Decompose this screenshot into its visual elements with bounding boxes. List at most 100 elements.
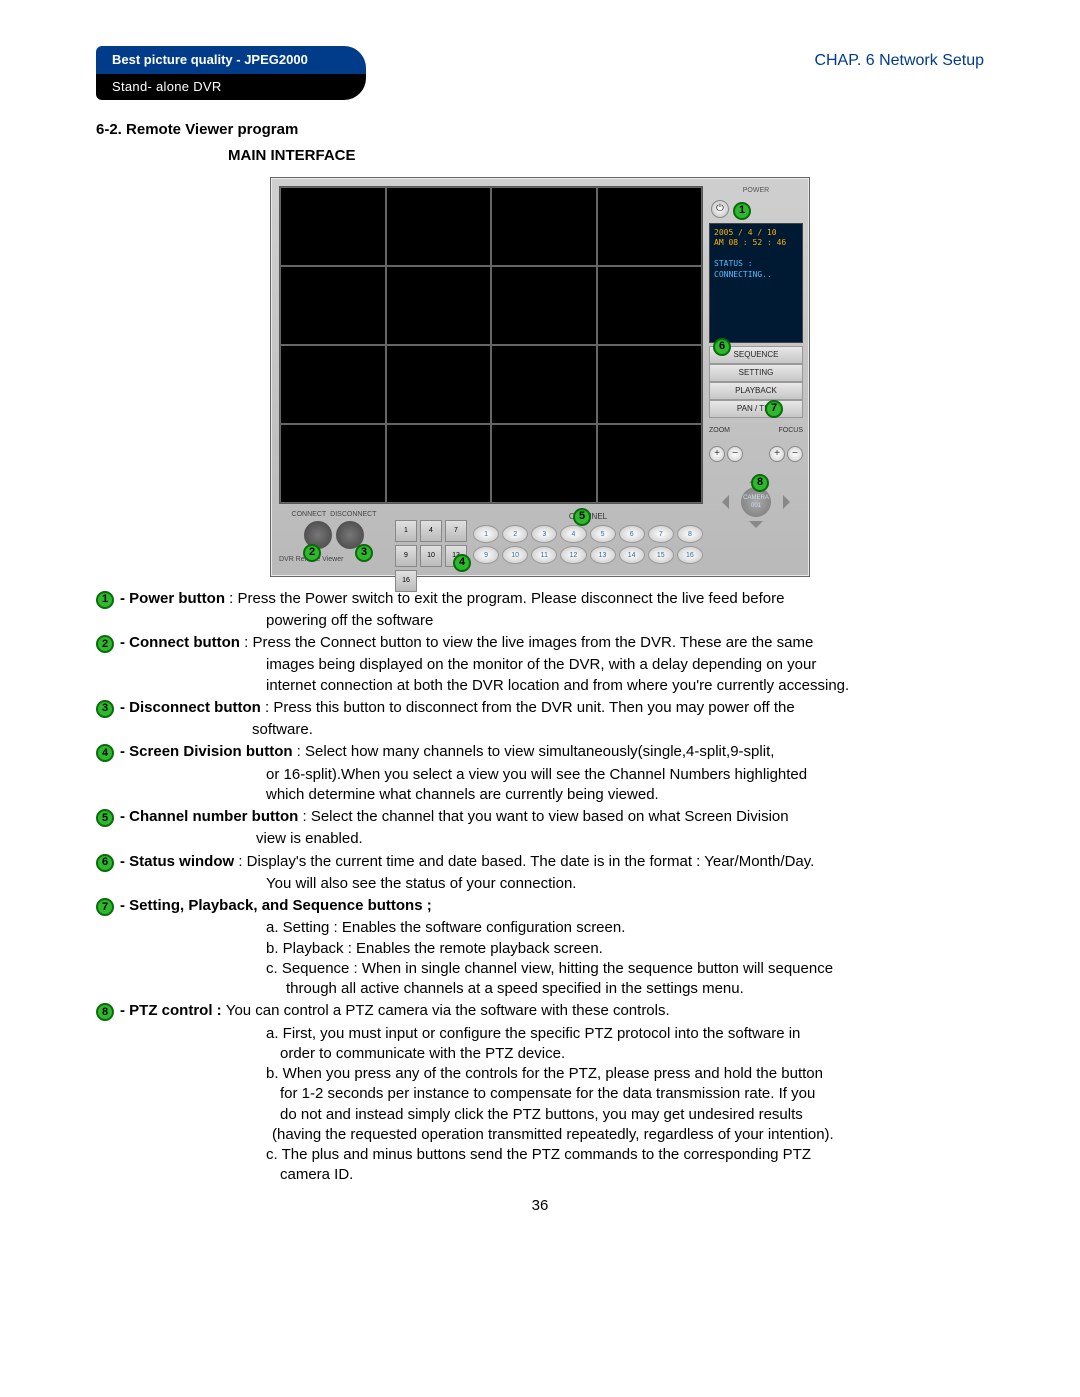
channel-button[interactable]: 13	[590, 546, 616, 564]
status-label: STATUS :	[714, 259, 798, 269]
text-8c2: camera ID.	[280, 1165, 984, 1185]
text-8a2: order to communicate with the PTZ device…	[280, 1044, 984, 1064]
ptz-right-icon[interactable]	[783, 495, 797, 509]
sub-heading: MAIN INTERFACE	[228, 146, 984, 166]
division-button[interactable]: 9	[395, 545, 417, 567]
status-date: 2005 / 4 / 10	[714, 228, 798, 238]
channel-button[interactable]: 8	[677, 525, 703, 543]
channel-button[interactable]: 2	[502, 525, 528, 543]
focus-minus-button[interactable]: −	[787, 446, 803, 462]
badge-4-icon: 4	[96, 744, 114, 762]
badge-7-icon: 7	[96, 898, 114, 916]
badge-2-icon: 2	[96, 635, 114, 653]
term-2: - Connect button	[120, 634, 240, 651]
playback-button[interactable]: PLAYBACK	[709, 382, 803, 400]
text-5b: view is enabled.	[256, 829, 984, 849]
channel-button[interactable]: 12	[560, 546, 586, 564]
bottom-bar: CONNECT DISCONNECT DVR Remote Viewer 1 4…	[279, 510, 703, 568]
term-8: - PTZ control :	[120, 1002, 226, 1019]
channel-button[interactable]: 5	[590, 525, 616, 543]
channel-button[interactable]: 16	[677, 546, 703, 564]
channel-button[interactable]: 6	[619, 525, 645, 543]
connect-label: CONNECT	[292, 510, 327, 519]
term-3: - Disconnect button	[120, 699, 261, 716]
text-8b2: for 1-2 seconds per instance to compensa…	[280, 1084, 984, 1104]
status-time: AM 08 : 52 : 46	[714, 238, 798, 248]
text-5: : Select the channel that you want to vi…	[298, 808, 788, 825]
setting-button[interactable]: SETTING	[709, 364, 803, 382]
badge-6-icon: 6	[96, 854, 114, 872]
text-7b: b. Playback : Enables the remote playbac…	[266, 939, 984, 959]
status-window: 2005 / 4 / 10 AM 08 : 52 : 46 STATUS : C…	[709, 223, 803, 343]
text-3b: software.	[252, 720, 984, 740]
term-4: - Screen Division button	[120, 743, 293, 760]
badge-1-icon: 1	[96, 591, 114, 609]
description-list: 1 - Power button : Press the Power switc…	[96, 589, 984, 1186]
page-header: Best picture quality - JPEG2000 Stand- a…	[96, 46, 984, 100]
division-button[interactable]: 4	[420, 520, 442, 542]
text-2b: images being displayed on the monitor of…	[266, 655, 984, 675]
term-7: - Setting, Playback, and Sequence button…	[120, 897, 432, 914]
title-bottom: Stand- alone DVR	[96, 74, 366, 100]
pan-tilt-button[interactable]: PAN / TILT	[709, 400, 803, 418]
division-button[interactable]: 7	[445, 520, 467, 542]
division-button[interactable]: 16	[395, 570, 417, 592]
division-button[interactable]: 1	[395, 520, 417, 542]
channel-button[interactable]: 3	[531, 525, 557, 543]
footer-brand: DVR Remote Viewer	[279, 555, 389, 564]
term-1: - Power button	[120, 590, 225, 607]
division-button[interactable]: 10	[420, 545, 442, 567]
power-label: POWER	[709, 186, 803, 195]
text-8b4: (having the requested operation transmit…	[272, 1125, 984, 1145]
callout-5-icon: 5	[573, 508, 591, 526]
text-2c: internet connection at both the DVR loca…	[266, 676, 984, 696]
title-pill: Best picture quality - JPEG2000 Stand- a…	[96, 46, 366, 100]
channel-button[interactable]: 9	[473, 546, 499, 564]
callout-3-icon: 3	[355, 544, 373, 562]
channel-button[interactable]: 14	[619, 546, 645, 564]
text-1b: powering off the software	[266, 611, 984, 631]
text-8: You can control a PTZ camera via the sof…	[226, 1002, 670, 1019]
term-5: - Channel number button	[120, 808, 298, 825]
text-4: : Select how many channels to view simul…	[293, 743, 775, 760]
title-top: Best picture quality - JPEG2000	[96, 46, 366, 74]
ptz-down-icon[interactable]	[749, 521, 763, 535]
section-heading: 6-2. Remote Viewer program	[96, 120, 984, 140]
zoom-minus-button[interactable]: −	[727, 446, 743, 462]
callout-6-icon: 6	[713, 338, 731, 356]
text-1: : Press the Power switch to exit the pro…	[225, 590, 784, 607]
badge-3-icon: 3	[96, 700, 114, 718]
callout-8-icon: 8	[751, 474, 769, 492]
text-8b1: b. When you press any of the controls fo…	[266, 1064, 984, 1084]
badge-5-icon: 5	[96, 809, 114, 827]
focus-label: FOCUS	[779, 426, 804, 435]
channel-button[interactable]: 11	[531, 546, 557, 564]
callout-1-icon: 1	[733, 202, 751, 220]
focus-plus-button[interactable]: +	[769, 446, 785, 462]
ptz-left-icon[interactable]	[715, 495, 729, 509]
text-6b: You will also see the status of your con…	[266, 874, 984, 894]
text-4c: which determine what channels are curren…	[266, 785, 984, 805]
channel-button[interactable]: 10	[502, 546, 528, 564]
channel-button[interactable]: 4	[560, 525, 586, 543]
side-panel: POWER ⏻ 2005 / 4 / 10 AM 08 : 52 : 46 ST…	[709, 186, 803, 568]
callout-4-icon: 4	[453, 554, 471, 572]
text-7c: c. Sequence : When in single channel vie…	[266, 959, 984, 979]
text-2: : Press the Connect button to view the l…	[240, 634, 813, 651]
camera-grid	[279, 186, 703, 504]
page-number: 36	[96, 1196, 984, 1216]
channel-button[interactable]: 7	[648, 525, 674, 543]
term-6: - Status window	[120, 853, 234, 870]
power-button[interactable]: ⏻	[711, 200, 729, 218]
remote-viewer-screenshot: POWER ⏻ 2005 / 4 / 10 AM 08 : 52 : 46 ST…	[270, 177, 810, 577]
text-3: : Press this button to disconnect from t…	[261, 699, 795, 716]
callout-2-icon: 2	[303, 544, 321, 562]
text-8c1: c. The plus and minus buttons send the P…	[266, 1145, 984, 1165]
zoom-plus-button[interactable]: +	[709, 446, 725, 462]
text-7c2: through all active channels at a speed s…	[286, 979, 984, 999]
text-4b: or 16-split).When you select a view you …	[266, 765, 984, 785]
disconnect-label: DISCONNECT	[330, 510, 376, 519]
channel-button[interactable]: 15	[648, 546, 674, 564]
callout-7-icon: 7	[765, 400, 783, 418]
channel-button[interactable]: 1	[473, 525, 499, 543]
